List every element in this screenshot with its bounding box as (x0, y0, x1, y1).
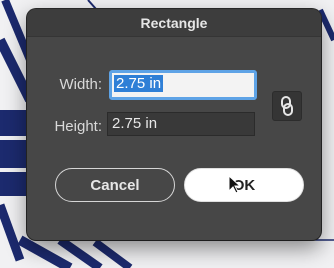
dialog-title: Rectangle (140, 15, 208, 31)
ok-button[interactable]: OK (184, 168, 304, 202)
height-label: Height: (54, 118, 102, 135)
mouse-cursor-icon (228, 175, 242, 194)
dialog-titlebar[interactable]: Rectangle (27, 9, 321, 37)
link-icon (281, 96, 293, 116)
cancel-button[interactable]: Cancel (55, 168, 175, 202)
height-value: 2.75 in (112, 115, 158, 132)
width-input[interactable]: 2.75 in (109, 70, 257, 100)
height-input[interactable]: 2.75 in (107, 112, 255, 136)
constrain-proportions-button[interactable] (272, 91, 302, 121)
width-label: Width: (59, 76, 102, 93)
rectangle-dialog: Rectangle Width: 2.75 in Height: 2.75 in… (27, 9, 321, 240)
width-value: 2.75 in (114, 75, 164, 92)
